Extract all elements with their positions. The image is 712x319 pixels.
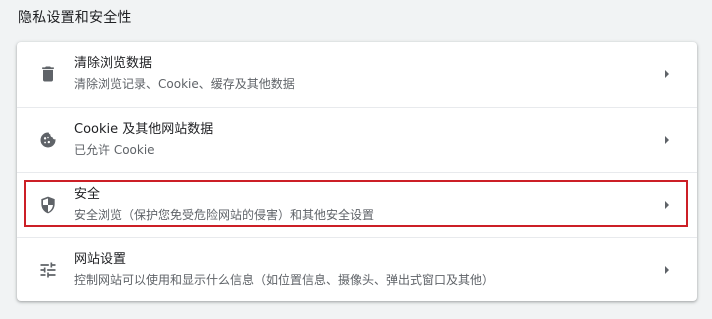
tune-icon bbox=[38, 260, 58, 280]
chevron-right-icon bbox=[663, 69, 671, 79]
row-subtitle: 控制网站可以使用和显示什么信息（如位置信息、摄像头、弹出式窗口及其他） bbox=[74, 273, 495, 287]
chevron-right-icon bbox=[663, 200, 671, 210]
site-settings-row[interactable]: 网站设置 控制网站可以使用和显示什么信息（如位置信息、摄像头、弹出式窗口及其他） bbox=[17, 237, 697, 301]
clear-browsing-data-row[interactable]: 清除浏览数据 清除浏览记录、Cookie、缓存及其他数据 bbox=[17, 42, 697, 106]
row-title: 网站设置 bbox=[74, 252, 127, 267]
row-title: 安全 bbox=[74, 187, 101, 202]
security-row[interactable]: 安全 安全浏览（保护您免受危险网站的侵害）和其他安全设置 bbox=[17, 172, 697, 237]
chevron-right-icon bbox=[663, 265, 671, 275]
cookie-icon bbox=[38, 130, 58, 150]
section-title: 隐私设置和安全性 bbox=[18, 10, 132, 26]
row-title: Cookie 及其他网站数据 bbox=[74, 122, 214, 137]
cookie-site-data-row[interactable]: Cookie 及其他网站数据 已允许 Cookie bbox=[17, 107, 697, 172]
chevron-right-icon bbox=[663, 135, 671, 145]
trash-icon bbox=[38, 64, 58, 84]
shield-icon bbox=[38, 195, 58, 215]
row-title: 清除浏览数据 bbox=[74, 56, 153, 71]
row-subtitle: 已允许 Cookie bbox=[74, 143, 155, 157]
row-subtitle: 清除浏览记录、Cookie、缓存及其他数据 bbox=[74, 77, 295, 91]
privacy-security-card: 清除浏览数据 清除浏览记录、Cookie、缓存及其他数据 Cookie 及其他网… bbox=[17, 42, 697, 301]
row-subtitle: 安全浏览（保护您免受危险网站的侵害）和其他安全设置 bbox=[74, 208, 375, 222]
